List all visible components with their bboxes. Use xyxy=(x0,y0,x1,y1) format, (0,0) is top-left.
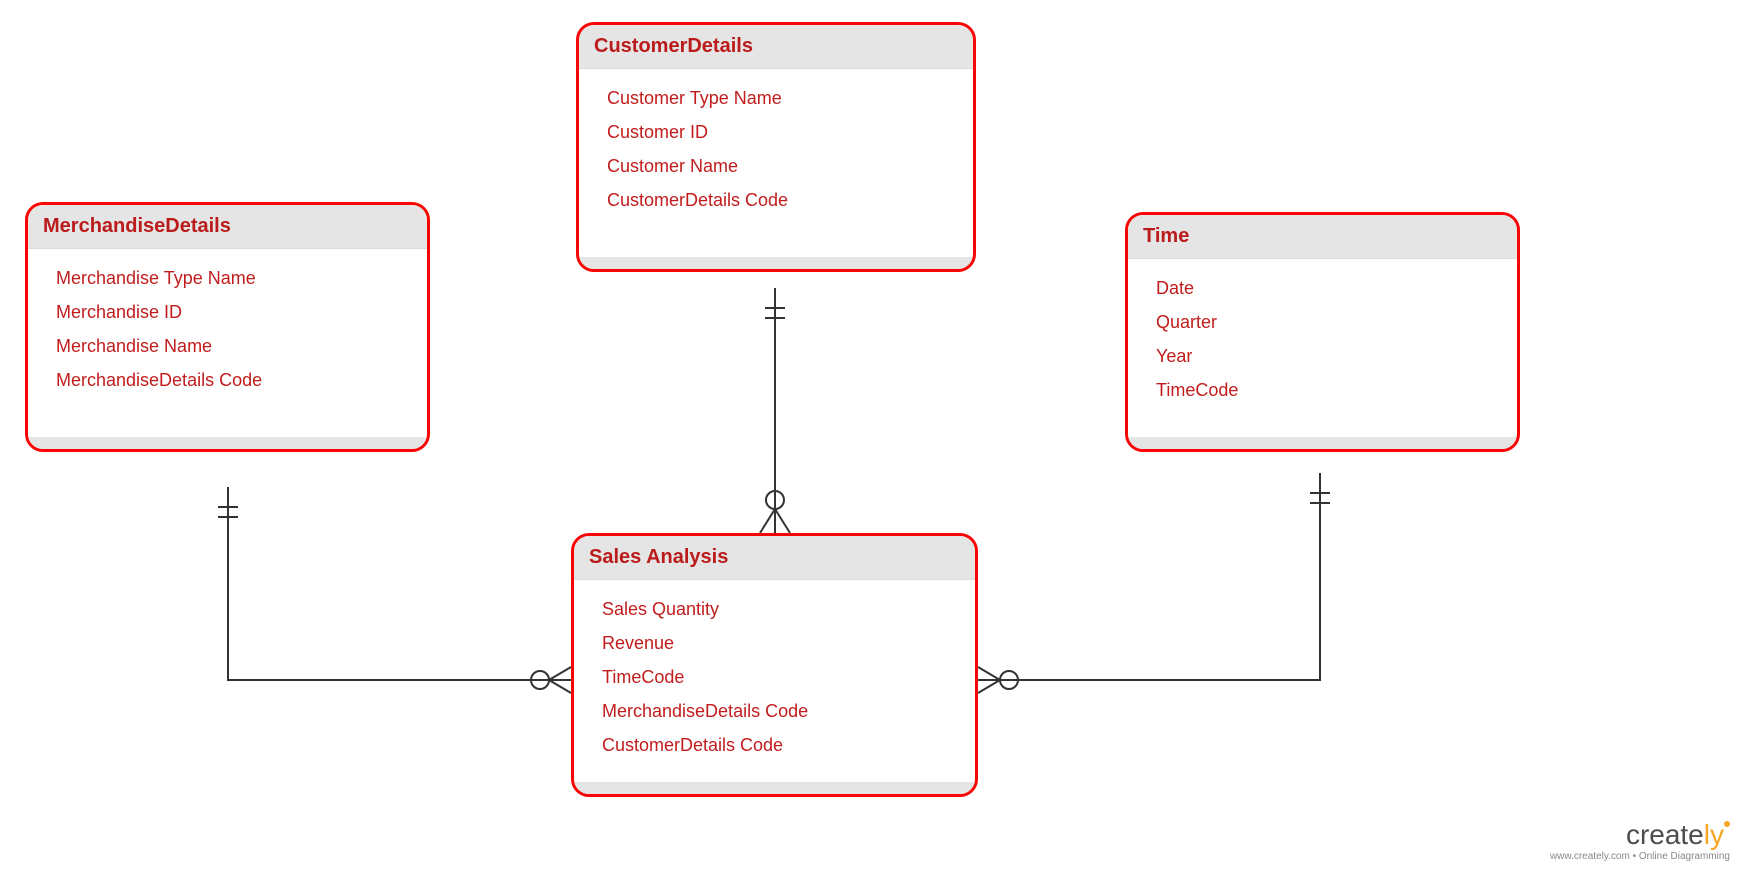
connector-merchandise-sales xyxy=(218,487,571,693)
entity-merchandise-attrs: Merchandise Type Name Merchandise ID Mer… xyxy=(28,249,427,437)
entity-sales[interactable]: Sales Analysis Sales Quantity Revenue Ti… xyxy=(571,533,978,797)
attr-row: Revenue xyxy=(602,626,960,660)
attr-row: Merchandise Type Name xyxy=(56,261,412,295)
attr-row: Merchandise Name xyxy=(56,329,412,363)
attr-row: Customer ID xyxy=(607,115,958,149)
attr-row: Year xyxy=(1156,339,1502,373)
connector-customer-sales xyxy=(760,288,790,533)
entity-customer-title: CustomerDetails xyxy=(579,25,973,69)
creately-watermark: creately www.creately.com • Online Diagr… xyxy=(1550,819,1730,862)
attr-row: MerchandiseDetails Code xyxy=(56,363,412,397)
attr-row: TimeCode xyxy=(602,660,960,694)
attr-row: MerchandiseDetails Code xyxy=(602,694,960,728)
entity-customer[interactable]: CustomerDetails Customer Type Name Custo… xyxy=(576,22,976,272)
attr-row: Quarter xyxy=(1156,305,1502,339)
entity-sales-attrs: Sales Quantity Revenue TimeCode Merchand… xyxy=(574,580,975,782)
attr-row: Date xyxy=(1156,271,1502,305)
connector-time-sales xyxy=(978,473,1330,693)
entity-footer xyxy=(579,257,973,269)
entity-merchandise-title: MerchandiseDetails xyxy=(28,205,427,249)
attr-row: CustomerDetails Code xyxy=(602,728,960,762)
entity-footer xyxy=(28,437,427,449)
entity-footer xyxy=(1128,437,1517,449)
attr-row: Customer Name xyxy=(607,149,958,183)
attr-row: TimeCode xyxy=(1156,373,1502,407)
brand-subtext: www.creately.com • Online Diagramming xyxy=(1550,851,1730,862)
entity-time-title: Time xyxy=(1128,215,1517,259)
brand-text-right: ly xyxy=(1704,819,1724,850)
bulb-icon xyxy=(1724,821,1730,827)
brand-text-left: create xyxy=(1626,819,1704,850)
entity-sales-title: Sales Analysis xyxy=(574,536,975,580)
attr-row: Merchandise ID xyxy=(56,295,412,329)
entity-customer-attrs: Customer Type Name Customer ID Customer … xyxy=(579,69,973,257)
attr-row: Sales Quantity xyxy=(602,592,960,626)
entity-merchandise[interactable]: MerchandiseDetails Merchandise Type Name… xyxy=(25,202,430,452)
attr-row: CustomerDetails Code xyxy=(607,183,958,217)
entity-time-attrs: Date Quarter Year TimeCode xyxy=(1128,259,1517,437)
brand-logo: creately xyxy=(1550,819,1730,851)
entity-time[interactable]: Time Date Quarter Year TimeCode xyxy=(1125,212,1520,452)
attr-row: Customer Type Name xyxy=(607,81,958,115)
entity-footer xyxy=(574,782,975,794)
